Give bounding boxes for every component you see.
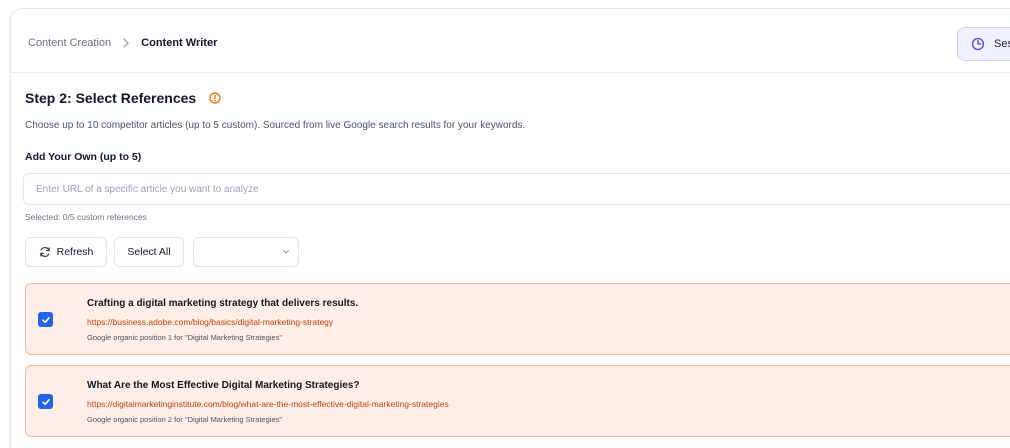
reference-position: Google organic position 1 for "Digital M… [87,333,283,342]
reference-checkbox[interactable] [38,394,53,409]
refresh-button[interactable]: Refresh [25,237,107,267]
session-button-label: Ses [994,38,1010,50]
step-title-text: Step 2: Select References [25,90,197,106]
breadcrumb-content-writer: Content Writer [141,37,218,49]
refresh-label: Refresh [56,246,94,258]
step-title: Step 2: Select References [25,90,222,106]
add-your-own-label: Add Your Own (up to 5) [25,151,142,163]
select-all-label: Select All [127,246,171,258]
reference-item[interactable]: What Are the Most Effective Digital Mark… [25,365,1010,437]
content-writer-panel: Content Creation Content Writer Ses Step… [10,8,1010,448]
reference-title: What Are the Most Effective Digital Mark… [87,380,360,391]
reference-url[interactable]: https://digitalmarketinginstitute.com/bl… [87,399,449,409]
step-description: Choose up to 10 competitor articles (up … [25,120,526,131]
checkmark-icon [41,398,50,405]
refresh-icon [39,246,51,258]
reference-item[interactable]: Crafting a digital marketing strategy th… [25,283,1010,355]
checkmark-icon [41,316,50,323]
breadcrumb-content-creation[interactable]: Content Creation [28,37,111,49]
reference-position: Google organic position 2 for "Digital M… [87,415,283,424]
session-button[interactable]: Ses [957,27,1010,61]
filter-select[interactable] [193,237,299,267]
chevron-right-icon [122,38,130,48]
panel-header: Content Creation Content Writer Ses [11,9,1010,73]
custom-url-input[interactable] [23,173,1010,205]
select-all-button[interactable]: Select All [114,237,184,267]
custom-selected-count: Selected: 0/5 custom references [25,212,147,222]
breadcrumb: Content Creation Content Writer [28,37,217,49]
info-icon[interactable] [208,91,222,105]
reference-checkbox[interactable] [38,312,53,327]
clock-icon [971,37,985,51]
reference-title: Crafting a digital marketing strategy th… [87,298,359,309]
reference-url[interactable]: https://business.adobe.com/blog/basics/d… [87,317,333,327]
chevron-down-icon [282,249,290,255]
